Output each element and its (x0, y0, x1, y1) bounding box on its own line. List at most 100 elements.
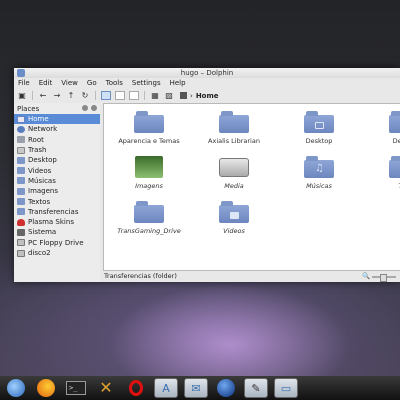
menu-edit[interactable]: Edit (39, 78, 53, 89)
place-trash[interactable]: Trash (14, 145, 100, 155)
terminal-icon: >_ (66, 381, 86, 395)
place-label: Desktop (28, 156, 57, 165)
reload-icon[interactable]: ↻ (80, 91, 90, 101)
file-item[interactable]: Aparencia e Temas (109, 111, 189, 145)
zoom-slider[interactable]: 🔍 (362, 271, 396, 282)
dolphin-app-icon (17, 69, 25, 77)
place-transferencias[interactable]: Transferencias (14, 207, 100, 217)
file-item[interactable]: Media (194, 156, 274, 190)
file-item[interactable]: Videos (194, 201, 274, 235)
heart-icon (17, 218, 25, 226)
tools-icon: ✕ (99, 378, 113, 397)
folder-icon (134, 201, 164, 223)
taskbar-tools[interactable]: ✕ (94, 378, 118, 398)
firefox-icon (37, 379, 55, 397)
dolphin-window[interactable]: hugo – Dolphin File Edit View Go Tools S… (14, 68, 400, 282)
file-item[interactable]: Develo (364, 111, 400, 145)
place-label: Imagens (28, 187, 59, 196)
file-label: Imagens (135, 182, 163, 190)
place-network[interactable]: Network (14, 124, 100, 134)
folder-icon (389, 111, 400, 133)
place-disco2[interactable]: disco2 (14, 248, 100, 258)
location-icon (180, 92, 187, 99)
place-label: Trash (28, 146, 47, 155)
breadcrumb: › Home (180, 92, 219, 100)
place-floppy[interactable]: PC Floppy Drive (14, 238, 100, 248)
home-icon (17, 115, 25, 123)
place-desktop[interactable]: Desktop (14, 155, 100, 165)
folder-icon (219, 111, 249, 133)
details-view-button[interactable] (115, 91, 125, 100)
forward-arrow-icon[interactable]: → (52, 91, 62, 101)
file-view[interactable]: Aparencia e Temas Axialis Librarian Desk… (103, 103, 400, 271)
file-item[interactable]: TransGaming_Drive (109, 201, 189, 235)
file-item[interactable]: ♫ Músicas (279, 156, 359, 190)
taskbar-opera[interactable] (124, 378, 148, 398)
taskbar-mail[interactable]: ✉ (184, 378, 208, 398)
menu-settings[interactable]: Settings (132, 78, 161, 89)
place-label: Home (28, 115, 49, 124)
toolbar: ▣ ← → ↑ ↻ ▦ ▨ › Home (14, 89, 400, 102)
taskbar-earth[interactable] (214, 378, 238, 398)
icons-view-button[interactable] (101, 91, 111, 100)
taskbar-firefox[interactable] (34, 378, 58, 398)
root-icon (17, 136, 25, 144)
new-folder-icon[interactable]: ▣ (17, 91, 27, 101)
menu-view[interactable]: View (61, 78, 78, 89)
folder-icon (17, 167, 25, 175)
text-folder-icon (389, 156, 400, 178)
globe-icon (7, 379, 25, 397)
folder-icon (17, 208, 25, 216)
taskbar-pen[interactable]: ✎ (244, 378, 268, 398)
taskbar-terminal[interactable]: >_ (64, 378, 88, 398)
place-label: Plasma Skins (28, 218, 74, 227)
up-arrow-icon[interactable]: ↑ (66, 91, 76, 101)
close-panel-icon[interactable] (91, 105, 97, 111)
taskbar: >_ ✕ A ✉ ✎ ▭ (0, 376, 400, 400)
breadcrumb-home[interactable]: Home (196, 92, 219, 100)
place-musicas[interactable]: Músicas (14, 176, 100, 186)
image-thumbnail-icon (135, 156, 163, 178)
place-label: disco2 (28, 249, 51, 257)
breadcrumb-arrow-icon: › (190, 91, 193, 100)
file-label: TransGaming_Drive (117, 227, 181, 235)
place-home[interactable]: Home (14, 114, 100, 125)
file-label: Desktop (305, 137, 333, 145)
taskbar-folder[interactable]: ▭ (274, 378, 298, 398)
place-textos[interactable]: Textos (14, 196, 100, 206)
taskbar-globe[interactable] (4, 378, 28, 398)
preview-icon[interactable]: ▦ (150, 91, 160, 101)
pen-icon: ✎ (251, 381, 261, 395)
file-item[interactable]: Imagens (109, 156, 189, 190)
place-label: Transferencias (28, 207, 79, 216)
place-root[interactable]: Root (14, 135, 100, 145)
video-folder-icon (219, 201, 249, 223)
float-panel-icon[interactable] (82, 105, 88, 111)
places-header: Places (14, 103, 100, 114)
place-plasma-skins[interactable]: Plasma Skins (14, 217, 100, 227)
menu-help[interactable]: Help (170, 78, 186, 89)
toolbar-separator (32, 91, 33, 100)
columns-view-button[interactable] (129, 91, 139, 100)
back-arrow-icon[interactable]: ← (38, 91, 48, 101)
menu-file[interactable]: File (18, 78, 30, 89)
system-icon (17, 228, 25, 236)
hard-drive-icon (219, 158, 249, 177)
window-titlebar[interactable]: hugo – Dolphin (14, 68, 400, 78)
toolbar-separator (144, 91, 145, 100)
file-item[interactable]: Desktop (279, 111, 359, 145)
taskbar-font[interactable]: A (154, 378, 178, 398)
zoom-out-icon[interactable]: 🔍 (362, 271, 370, 282)
status-bar: Transferencias (folder) 🔍 (100, 271, 400, 282)
place-videos[interactable]: Videos (14, 165, 100, 175)
zoom-track[interactable] (372, 273, 396, 282)
file-item[interactable]: Axialis Librarian (194, 111, 274, 145)
menu-tools[interactable]: Tools (106, 78, 123, 89)
file-item[interactable]: Tex (364, 156, 400, 190)
menu-go[interactable]: Go (87, 78, 97, 89)
floppy-icon (17, 239, 25, 247)
split-view-icon[interactable]: ▨ (164, 91, 174, 101)
place-sistema[interactable]: Sistema (14, 227, 100, 237)
place-imagens[interactable]: Imagens (14, 186, 100, 196)
drive-icon (17, 249, 25, 257)
